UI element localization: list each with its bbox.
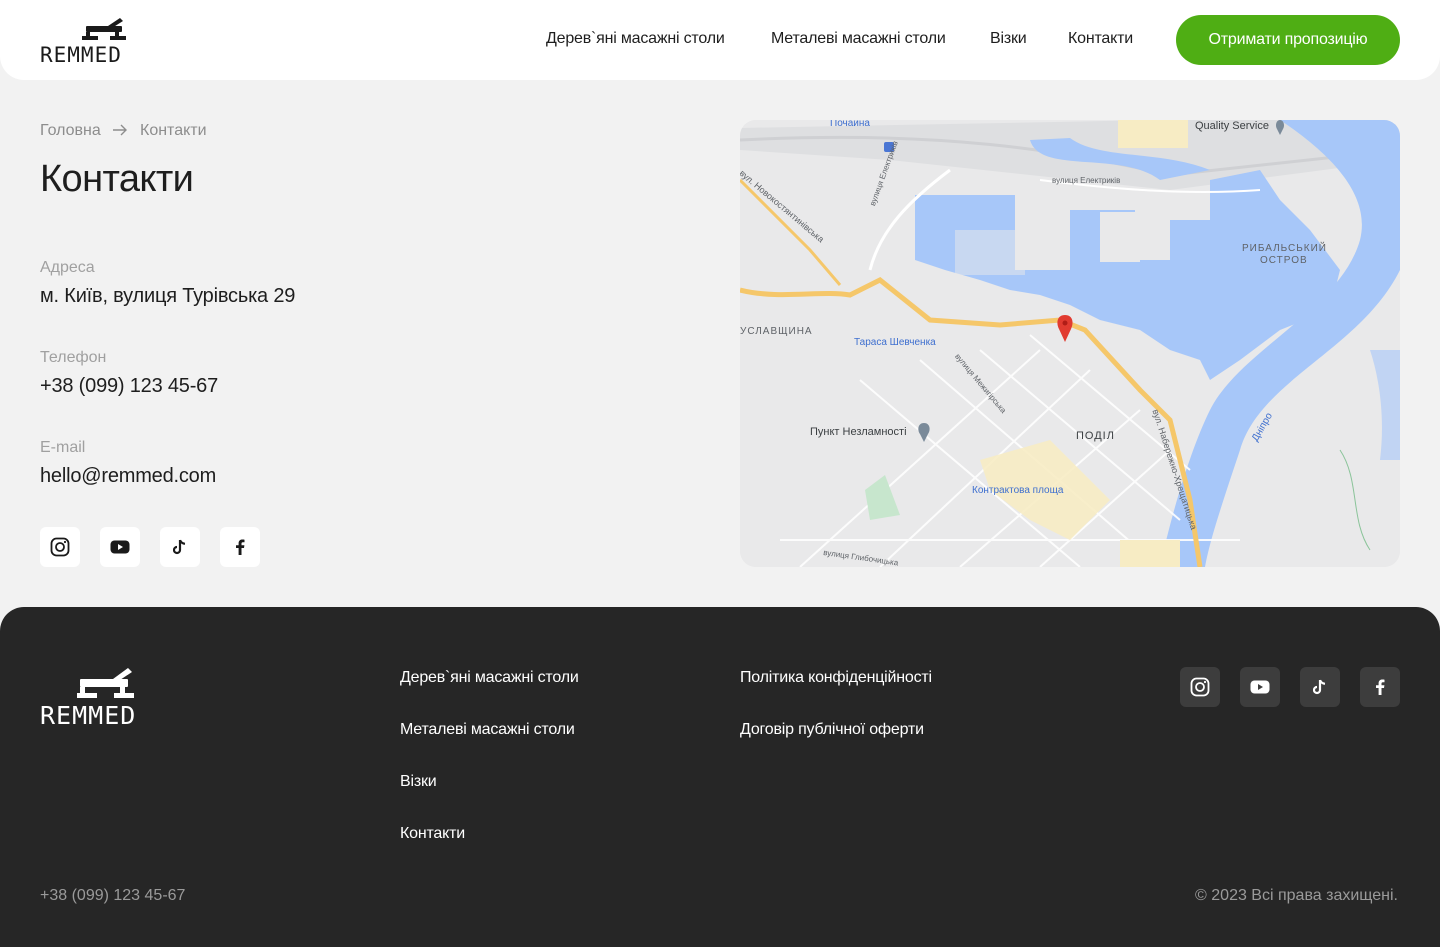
nav-wooden-tables[interactable]: Дерев`яні масажні столи [546,30,725,48]
youtube-button[interactable] [100,527,140,567]
tiktok-icon [1313,679,1326,695]
footer-copyright: © 2023 Всі права захищені. [1195,887,1398,904]
map-label-ostriv: ОСТРОВ [1260,255,1308,266]
footer-link-carts[interactable]: Візки [400,773,437,791]
address-label: Адреса [40,259,95,276]
footer-tiktok-button[interactable] [1300,667,1340,707]
tiktok-icon [173,539,186,555]
facebook-button[interactable] [220,527,260,567]
map-label-shevchenka: Тараса Шевченка [854,337,936,348]
map-label-quality: Quality Service [1195,120,1269,132]
nav-metal-tables[interactable]: Металеві масажні столи [771,30,946,48]
youtube-icon [110,540,130,554]
facebook-icon [1376,679,1385,695]
site-header: REMMED Дерев`яні масажні столи Металеві … [0,0,1440,80]
footer-link-privacy[interactable]: Політика конфіденційності [740,669,932,687]
address-value: м. Київ, вулиця Турівська 29 [40,285,296,307]
footer-youtube-button[interactable] [1240,667,1280,707]
email-link[interactable]: hello@remmed.com [40,465,216,488]
footer-link-metal-tables[interactable]: Металеві масажні столи [400,721,575,739]
footer-link-offer[interactable]: Договір публічної оферти [740,721,924,739]
footer-instagram-button[interactable] [1180,667,1220,707]
footer-facebook-button[interactable] [1360,667,1400,707]
map-label-rybalskyi: РИБАЛЬСЬКИЙ [1242,243,1327,254]
nav-contacts[interactable]: Контакти [1068,30,1133,48]
page-title: Контакти [40,158,194,200]
footer-logo-text: REMMED [40,701,136,727]
breadcrumb-home[interactable]: Головна [40,122,101,140]
footer-link-contacts[interactable]: Контакти [400,825,465,843]
footer-logo[interactable]: REMMED [40,667,170,730]
map-label-kontraktova: Контрактова площа [972,485,1064,496]
breadcrumb-current: Контакти [140,122,207,139]
map-canvas [740,120,1400,567]
youtube-icon [1250,680,1270,694]
phone-label: Телефон [40,349,107,366]
footer-phone[interactable]: +38 (099) 123 45-67 [40,887,185,905]
map-label-uslavshchyna: УСЛАВЩИНА [740,326,813,337]
phone-link[interactable]: +38 (099) 123 45-67 [40,375,218,398]
logo[interactable]: REMMED [40,16,146,64]
map-label-pochaina: Почайна [830,120,870,129]
map-label-nezalezhnosti: Пункт Незламності [810,426,907,438]
footer-link-wooden-tables[interactable]: Дерев`яні масажні столи [400,669,579,687]
email-label: E-mail [40,439,86,456]
facebook-icon [236,539,245,555]
instagram-icon [50,537,70,557]
arrow-right-icon [113,124,127,136]
site-footer: REMMED Дерев`яні масажні столи Металеві … [0,607,1440,947]
instagram-icon [1190,677,1210,697]
map-label-elektrykiv: вулиця Електриків [1052,176,1121,185]
nav-carts[interactable]: Візки [990,30,1027,48]
logo-text: REMMED [40,43,122,64]
tiktok-button[interactable] [160,527,200,567]
instagram-button[interactable] [40,527,80,567]
get-offer-button[interactable]: Отримати пропозицію [1176,15,1400,65]
map-label-podil: ПОДІЛ [1076,430,1115,442]
location-map[interactable]: Почайна Quality Service вулиця Електрикі… [740,120,1400,567]
